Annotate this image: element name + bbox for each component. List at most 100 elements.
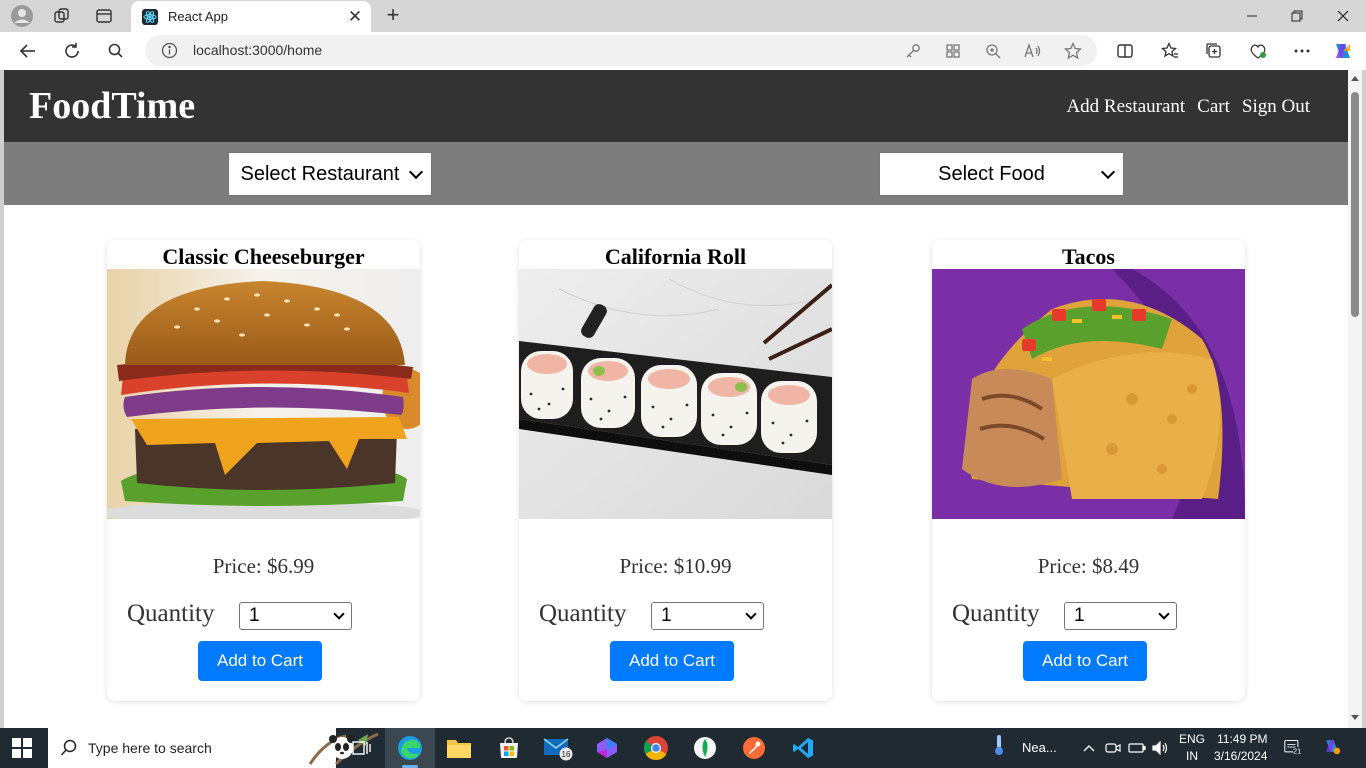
food-card: Classic Cheeseburger Price: $6.99 Quanti… (107, 240, 420, 701)
browser-tab-active[interactable]: React App ✕ (131, 1, 371, 32)
food-card: Tacos Price: $8.49 Quantity 1 Add to Car… (932, 240, 1245, 701)
split-screen-icon[interactable] (1113, 39, 1137, 63)
zoom-icon[interactable] (982, 40, 1004, 62)
page-scrollbar[interactable] (1348, 70, 1362, 728)
copilot-icon[interactable] (1331, 39, 1355, 63)
postman-icon[interactable] (739, 733, 769, 763)
nav-cart[interactable]: Cart (1197, 96, 1230, 118)
search-placeholder: Type here to search (88, 740, 212, 756)
profile-icon[interactable] (10, 4, 34, 28)
collections-icon[interactable] (1202, 39, 1226, 63)
restore-icon[interactable] (1285, 4, 1309, 28)
notification-count: 21 (1293, 747, 1301, 756)
search-icon (60, 739, 78, 762)
nav-sign-out[interactable]: Sign Out (1242, 96, 1310, 118)
volume-icon[interactable] (1152, 739, 1170, 757)
clock-time[interactable]: 11:49 PM (1217, 732, 1267, 746)
food-select-label: Select Food (938, 162, 1045, 185)
region-indicator[interactable]: IN (1186, 749, 1198, 763)
chevron-up-icon[interactable] (1080, 739, 1098, 757)
chevron-down-icon (745, 608, 757, 620)
scroll-down-icon[interactable] (1351, 715, 1359, 720)
mail-icon[interactable]: 16 (543, 733, 573, 763)
clock-date[interactable]: 3/16/2024 (1214, 749, 1267, 763)
favorite-star-icon[interactable] (1062, 40, 1084, 62)
quantity-value: 1 (1074, 605, 1085, 626)
close-tab-icon[interactable]: ✕ (345, 7, 365, 27)
food-select[interactable]: Select Food (879, 152, 1124, 196)
chevron-down-icon (333, 608, 345, 620)
add-to-cart-button[interactable]: Add to Cart (1023, 641, 1147, 681)
app-available-icon[interactable] (942, 40, 964, 62)
restaurant-select[interactable]: Select Restaurant (228, 152, 432, 196)
new-tab-icon[interactable]: + (381, 4, 405, 28)
quantity-select[interactable]: 1 (651, 602, 764, 630)
minimize-icon[interactable] (1240, 4, 1264, 28)
chevron-down-icon (1158, 608, 1170, 620)
mongodb-compass-icon[interactable] (690, 733, 720, 763)
food-name: California Roll (604, 244, 747, 269)
food-card: California Roll Price: $10.99 Quantity 1… (519, 240, 832, 701)
restaurant-select-label: Select Restaurant (240, 162, 400, 185)
edge-browser-icon[interactable] (395, 733, 425, 763)
url-text: localhost:3000/home (193, 42, 323, 58)
battery-power-icon[interactable] (1128, 739, 1146, 757)
quantity-label: Quantity (539, 600, 627, 627)
page-viewport: FoodTime Add Restaurant Cart Sign Out Se… (4, 70, 1348, 728)
task-view-icon[interactable] (346, 733, 376, 763)
quantity-label: Quantity (952, 600, 1040, 627)
notification-center-icon[interactable]: 21 (1284, 738, 1302, 756)
weather-thermometer-icon[interactable] (990, 735, 1008, 755)
scrollbar-thumb[interactable] (1351, 92, 1359, 317)
chevron-down-icon (408, 164, 424, 180)
quantity-select[interactable]: 1 (1064, 602, 1177, 630)
meet-now-icon[interactable] (1104, 739, 1122, 757)
weather-text[interactable]: Nea... (1022, 740, 1057, 755)
taskbar-search-box[interactable]: Type here to search (48, 728, 379, 768)
tab-actions-icon[interactable] (92, 4, 116, 28)
key-icon[interactable] (902, 40, 924, 62)
food-price: Price: $10.99 (619, 554, 732, 578)
refresh-icon[interactable] (60, 39, 84, 63)
back-icon[interactable] (16, 39, 40, 63)
windows-start-icon[interactable] (12, 738, 32, 758)
browser-tab-bar: React App ✕ + (0, 0, 1366, 32)
chevron-down-icon (1100, 164, 1116, 180)
chrome-icon[interactable] (641, 733, 671, 763)
nav-add-restaurant[interactable]: Add Restaurant (1066, 96, 1185, 118)
language-indicator[interactable]: ENG (1179, 732, 1205, 746)
read-aloud-icon[interactable] (1022, 40, 1044, 62)
favorites-icon[interactable] (1158, 39, 1182, 63)
header-nav: Add Restaurant Cart Sign Out (1066, 96, 1310, 118)
scroll-up-icon[interactable] (1351, 76, 1359, 81)
copilot-tray-icon[interactable] (1323, 737, 1341, 755)
workspaces-icon[interactable] (50, 4, 74, 28)
food-price: Price: $8.49 (1037, 554, 1140, 578)
california-roll-image (519, 269, 832, 519)
more-options-icon[interactable] (1290, 39, 1314, 63)
food-name: Classic Cheeseburger (162, 244, 365, 269)
add-to-cart-button[interactable]: Add to Cart (198, 641, 322, 681)
browser-essentials-icon[interactable] (1246, 39, 1270, 63)
brand-logo[interactable]: FoodTime (29, 84, 195, 128)
food-name: Tacos (1062, 244, 1115, 269)
quantity-label: Quantity (127, 600, 215, 627)
quantity-select[interactable]: 1 (239, 602, 352, 630)
browser-toolbar: localhost:3000/home (0, 32, 1366, 70)
site-info-icon[interactable] (161, 42, 178, 64)
cheeseburger-image (107, 269, 420, 519)
address-bar[interactable]: localhost:3000/home (145, 35, 1097, 66)
file-explorer-icon[interactable] (444, 733, 474, 763)
close-window-icon[interactable] (1331, 4, 1355, 28)
react-logo-icon (142, 8, 158, 25)
tacos-image (932, 269, 1245, 519)
vscode-icon[interactable] (788, 733, 818, 763)
search-icon[interactable] (104, 39, 128, 63)
quantity-value: 1 (249, 605, 260, 626)
tab-title: React App (168, 9, 228, 24)
microsoft-store-icon[interactable] (494, 733, 524, 763)
copilot-app-icon[interactable] (592, 733, 622, 763)
quantity-value: 1 (661, 605, 672, 626)
windows-taskbar: Type here to search 16 Nea... ENG IN 11:… (0, 728, 1366, 768)
add-to-cart-button[interactable]: Add to Cart (610, 641, 734, 681)
